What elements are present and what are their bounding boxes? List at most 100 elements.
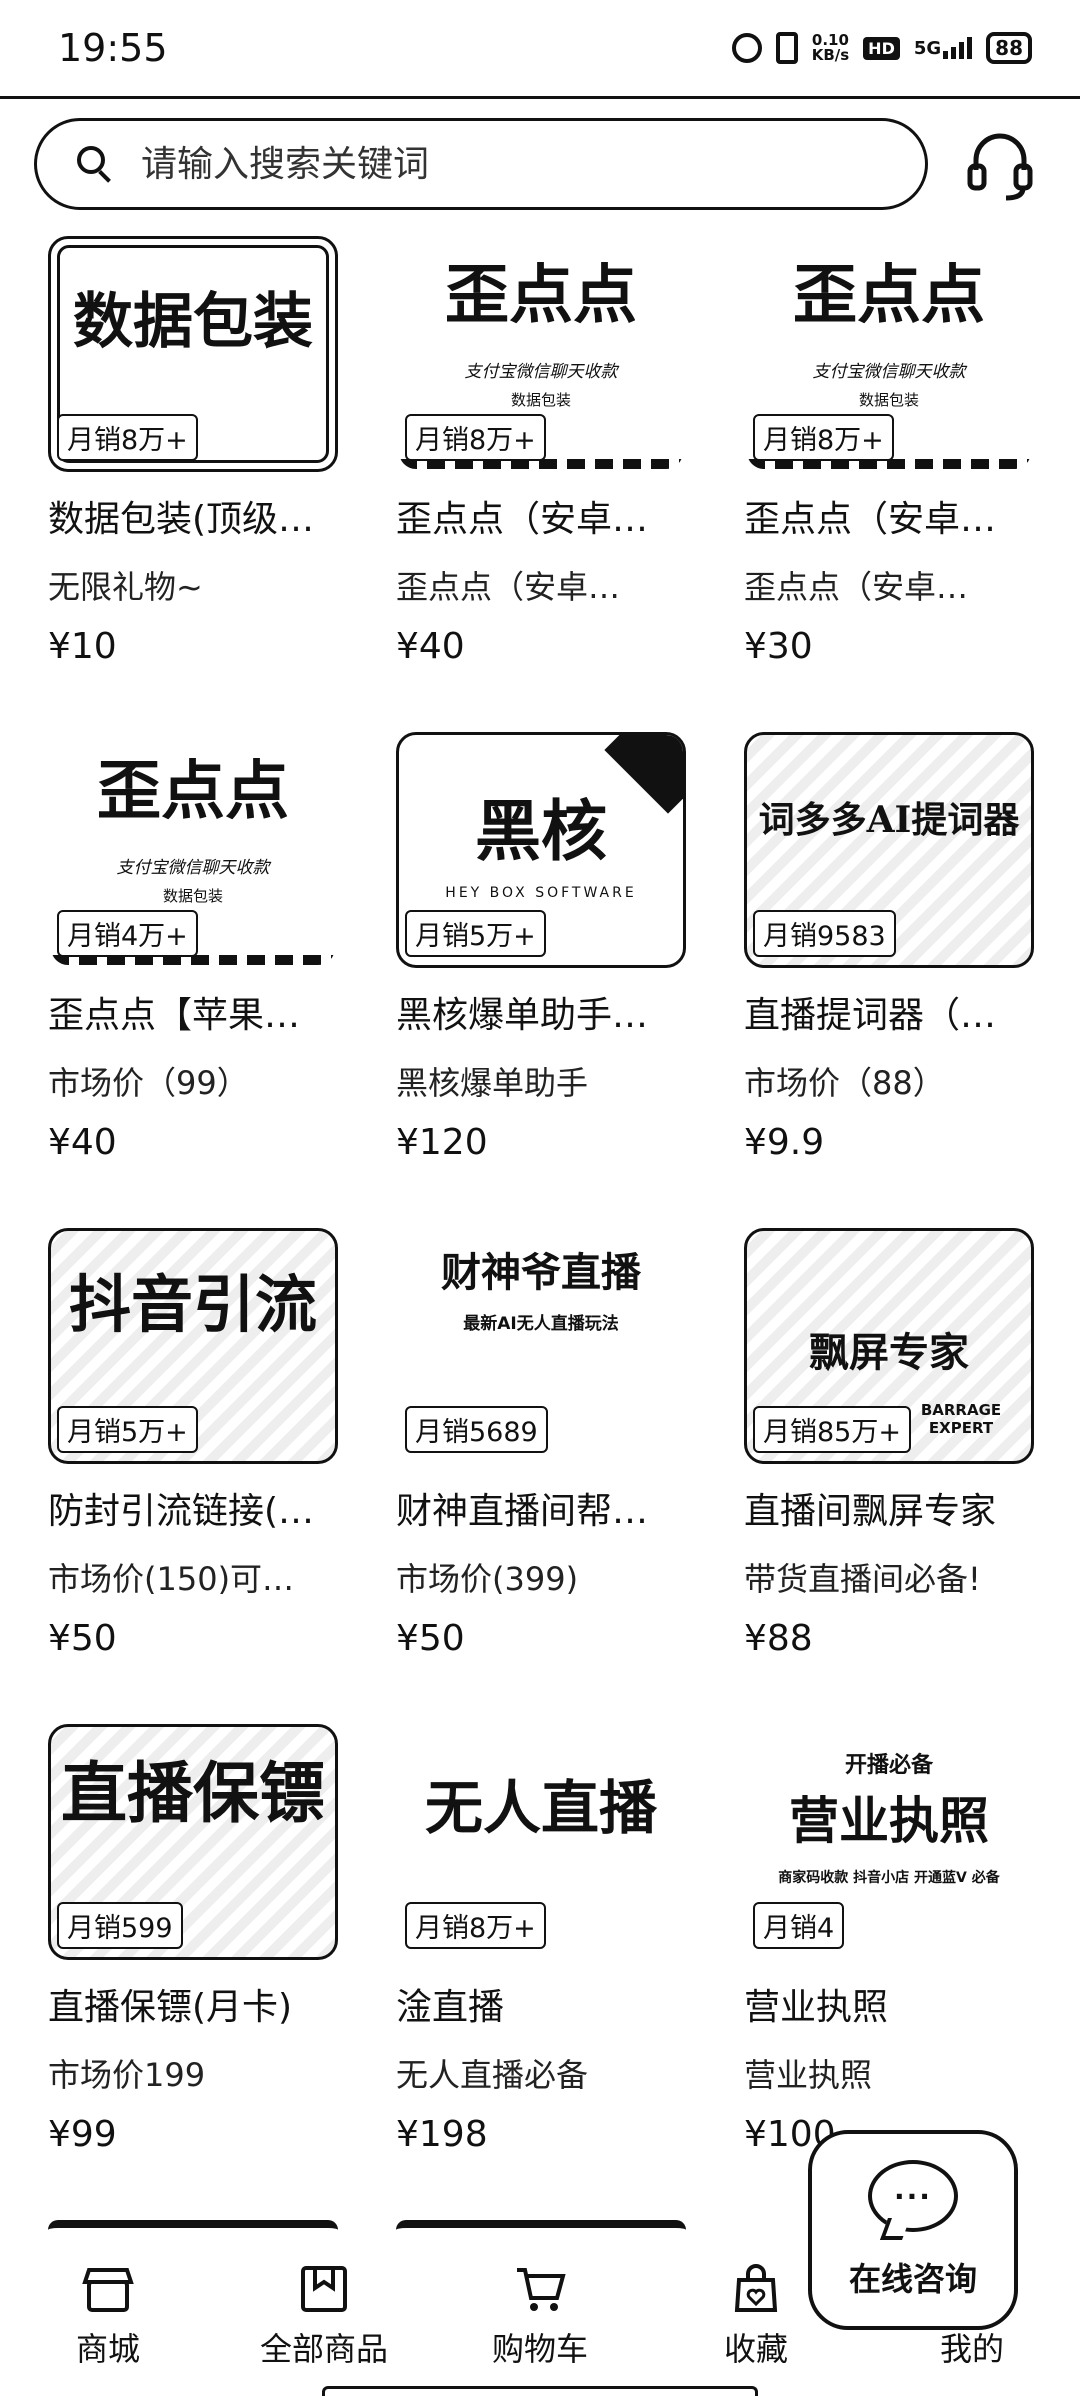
product-image[interactable]: 财神爷直播 最新AI无人直播玩法 月销5689 (396, 1228, 686, 1464)
product-card-partial[interactable] (396, 2220, 686, 2230)
product-image-title: 词多多AI提词器 (758, 799, 1020, 841)
product-name: 黑核爆单助手… (396, 995, 649, 1036)
product-name: 歪点点【苹果… (48, 995, 301, 1036)
product-image-caption: 数据包装 (858, 391, 919, 409)
product-name: 财神直播间帮… (396, 1491, 649, 1532)
nav-label: 我的 (939, 2330, 1004, 2368)
nav-label: 收藏 (723, 2330, 788, 2368)
product-image[interactable]: 飘屏专家 BARRAGE EXPERT 月销85万+ (744, 1228, 1034, 1464)
vibrate-icon (775, 32, 798, 64)
product-image-title: 黑核 (475, 792, 607, 870)
search-icon (77, 146, 113, 183)
product-image[interactable]: 歪点点 支付宝微信聊天收款 数据包装 月销4万+ (48, 732, 338, 968)
product-image-subtitle: 最新AI无人直播玩法 (463, 1314, 619, 1334)
nav-label: 购物车 (491, 2330, 588, 2368)
product-image-title: 歪点点 (97, 754, 289, 829)
product-card[interactable]: 词多多AI提词器 月销9583 直播提词器（… 市场价（88） ¥9.9 (744, 732, 1034, 1163)
product-name: 直播间飘屏专家 (744, 1491, 997, 1532)
product-image-subtitle: BARRAGE EXPERT (920, 1401, 1002, 1437)
sales-badge: 月销4 (753, 1902, 845, 1949)
product-desc: 市场价199 (48, 2056, 206, 2094)
cart-icon (517, 2268, 566, 2311)
product-card-partial[interactable] (48, 2220, 338, 2230)
product-price: ¥50 (396, 1618, 465, 1659)
favorite-bag-icon (734, 2264, 778, 2312)
product-price: ¥30 (744, 626, 813, 667)
product-card[interactable]: 歪点点 支付宝微信聊天收款 数据包装 月销8万+ 歪点点（安卓… 歪点点（安卓…… (396, 236, 686, 667)
nav-label: 全部商品 (259, 2330, 388, 2368)
online-consult-label: 在线咨询 (848, 2260, 977, 2298)
product-card[interactable]: 无人直播 月销8万+ 淦直播 无人直播必备 ¥198 (396, 1724, 686, 2155)
sales-badge: 月销85万+ (753, 1406, 911, 1453)
product-image-subtitle: 支付宝微信聊天收款 (812, 362, 966, 382)
signal-icon: 5G (913, 37, 973, 59)
product-image[interactable]: 抖音引流 月销5万+ (48, 1228, 338, 1464)
network-speed: 0.10 KB/s (812, 33, 849, 63)
sales-badge: 月销8万+ (57, 414, 198, 461)
product-name: 防封引流链接(… (48, 1491, 315, 1532)
product-image-subtitle: 支付宝微信聊天收款 (464, 362, 618, 382)
nav-item-cart[interactable]: 购物车 (432, 2240, 648, 2380)
product-price: ¥9.9 (744, 1122, 825, 1163)
product-card[interactable]: 直播保镖 月销599 直播保镖(月卡) 市场价199 ¥99 (48, 1724, 338, 2155)
search-input[interactable] (141, 143, 901, 185)
product-card[interactable]: 财神爷直播 最新AI无人直播玩法 月销5689 财神直播间帮… 市场价(399)… (396, 1228, 686, 1659)
sales-badge: 月销4万+ (57, 910, 198, 957)
nav-label: 商城 (75, 2330, 140, 2368)
product-image-caption: 数据包装 (510, 391, 571, 409)
product-image[interactable]: 黑核 HEY BOX SOFTWARE 月销5万+ (396, 732, 686, 968)
home-indicator[interactable] (322, 2386, 758, 2396)
product-card[interactable]: 飘屏专家 BARRAGE EXPERT 月销85万+ 直播间飘屏专家 带货直播间… (744, 1228, 1034, 1659)
product-card[interactable]: 抖音引流 月销5万+ 防封引流链接(… 市场价(150)可… ¥50 (48, 1228, 338, 1659)
product-image-title: 歪点点 (445, 258, 637, 333)
product-image[interactable]: 数据包装 月销8万+ (48, 236, 338, 472)
nav-item-shop[interactable]: 商城 (0, 2240, 216, 2380)
header-divider (0, 96, 1080, 99)
product-image[interactable]: 歪点点 支付宝微信聊天收款 数据包装 月销8万+ (396, 236, 686, 472)
product-name: 淦直播 (396, 1987, 505, 2028)
product-card[interactable]: 歪点点 支付宝微信聊天收款 数据包装 月销8万+ 歪点点（安卓… 歪点点（安卓…… (744, 236, 1034, 667)
product-name: 歪点点（安卓… (744, 499, 997, 540)
product-name: 歪点点（安卓… (396, 499, 649, 540)
chat-bubble-dots: ··· (894, 2179, 932, 2213)
product-desc: 市场价（88） (744, 1064, 945, 1102)
sales-badge: 月销599 (57, 1902, 183, 1949)
sales-badge: 月销9583 (753, 910, 896, 957)
status-bar: 19:55 0.10 KB/s HD 5G 88 (0, 0, 1080, 96)
product-price: ¥99 (48, 2114, 117, 2155)
product-desc: 市场价（99） (48, 1064, 249, 1102)
sales-badge: 月销8万+ (405, 414, 546, 461)
sales-badge: 月销5万+ (57, 1406, 198, 1453)
nav-item-all-products[interactable]: 全部商品 (216, 2240, 432, 2380)
product-image[interactable]: 无人直播 月销8万+ (396, 1724, 686, 1960)
product-image-subtitle: 开播必备 (844, 1753, 933, 1778)
product-price: ¥88 (744, 1618, 813, 1659)
product-image[interactable]: 歪点点 支付宝微信聊天收款 数据包装 月销8万+ (744, 236, 1034, 472)
product-card[interactable]: 歪点点 支付宝微信聊天收款 数据包装 月销4万+ 歪点点【苹果… 市场价（99）… (48, 732, 338, 1163)
product-image[interactable]: 词多多AI提词器 月销9583 (744, 732, 1034, 968)
headset-icon[interactable] (966, 128, 1034, 202)
product-card[interactable]: 开播必备 营业执照 商家码收款 抖音小店 开通蓝V 必备 月销4 营业执照 营业… (744, 1724, 1034, 2155)
product-image[interactable]: 直播保镖 月销599 (48, 1724, 338, 1960)
product-desc: 带货直播间必备! (744, 1560, 981, 1598)
product-image[interactable]: 开播必备 营业执照 商家码收款 抖音小店 开通蓝V 必备 月销4 (744, 1724, 1034, 1960)
product-image-title: 直播保镖 (61, 1754, 325, 1832)
product-image-subtitle: HEY BOX SOFTWARE (445, 885, 637, 901)
product-card[interactable]: 数据包装 月销8万+ 数据包装(顶级… 无限礼物~ ¥10 (48, 236, 338, 667)
product-image-title: 数据包装 (73, 287, 313, 357)
product-desc: 无人直播必备 (396, 2056, 589, 2094)
product-image-title: 无人直播 (424, 1774, 657, 1842)
product-image-caption: 商家码收款 抖音小店 开通蓝V 必备 (778, 1870, 1000, 1886)
product-desc: 市场价(399) (396, 1560, 579, 1598)
status-time: 19:55 (58, 26, 168, 70)
search-bar[interactable] (34, 118, 928, 210)
product-price: ¥10 (48, 626, 117, 667)
product-name: 营业执照 (744, 1987, 889, 2028)
online-consult-button[interactable]: ··· 在线咨询 (808, 2130, 1018, 2330)
battery-icon: 88 (986, 32, 1032, 64)
product-name: 直播保镖(月卡) (48, 1987, 293, 2028)
status-icons: 0.10 KB/s HD 5G 88 (731, 32, 1032, 64)
product-card[interactable]: 黑核 HEY BOX SOFTWARE 月销5万+ 黑核爆单助手… 黑核爆单助手… (396, 732, 686, 1163)
product-price: ¥120 (396, 1122, 488, 1163)
signal-label: 5G (913, 37, 942, 59)
